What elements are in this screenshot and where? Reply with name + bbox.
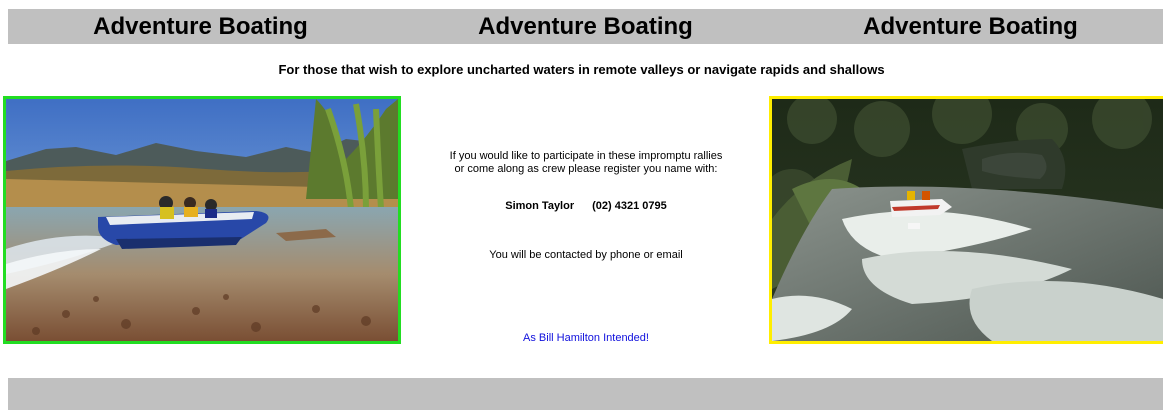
intro-text: If you would like to participate in thes… (405, 150, 767, 176)
intro-line-2: or come along as crew please register yo… (454, 163, 718, 175)
jet-boat-shallows-photo (3, 96, 401, 344)
header-title-1: Adventure Boating (93, 12, 308, 40)
header-title-2: Adventure Boating (478, 12, 693, 40)
footer-bar (8, 378, 1163, 410)
contact-line: Simon Taylor (02) 4321 0795 (405, 200, 767, 212)
header-title-3: Adventure Boating (863, 12, 1078, 40)
hamilton-link[interactable]: As Bill Hamilton Intended! (405, 332, 767, 344)
contacted-text: You will be contacted by phone or email (489, 249, 683, 261)
contact-name: Simon Taylor (505, 200, 575, 212)
jet-boat-rapids-photo (769, 96, 1163, 344)
contact-phone: (02) 4321 0795 (592, 200, 667, 212)
header-bar: Adventure Boating Adventure Boating Adve… (8, 9, 1163, 44)
tagline: For those that wish to explore uncharted… (278, 62, 885, 77)
intro-line-1: If you would like to participate in thes… (449, 150, 723, 162)
